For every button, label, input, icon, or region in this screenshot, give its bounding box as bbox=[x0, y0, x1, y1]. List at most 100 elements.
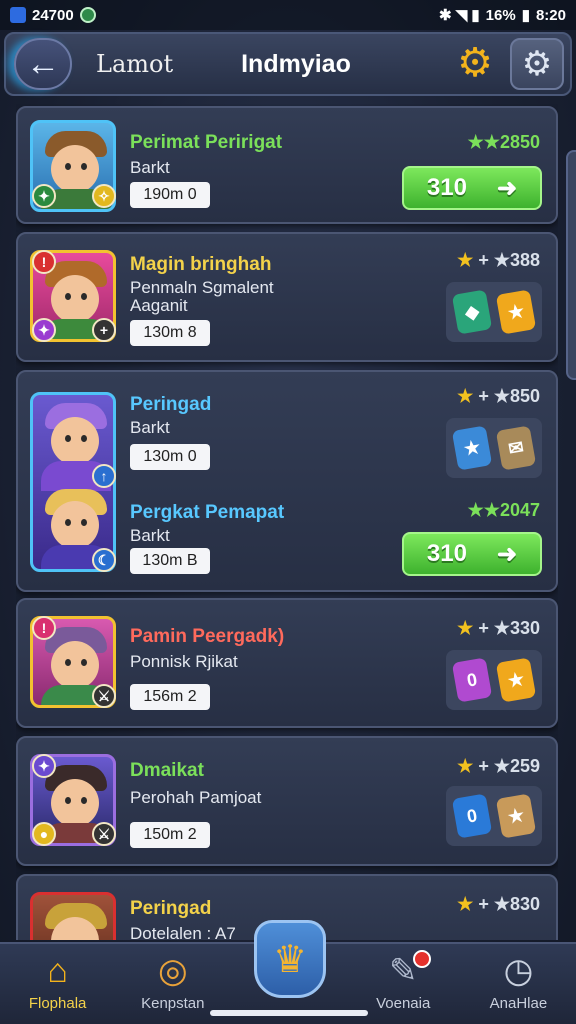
settings-gear-icon: ⚙ bbox=[521, 45, 553, 83]
quest-subtitle-2: Aaganit bbox=[130, 296, 188, 315]
list-item[interactable]: ! ✦ + Magin bringhah Penmaln Sgmalent Aa… bbox=[16, 232, 558, 362]
list-item[interactable]: ✦ ✧ Perimat Peririgat Barkt 190m 0 ★★285… bbox=[16, 106, 558, 224]
element-badge-icon: ✦ bbox=[32, 184, 56, 208]
notification-dot bbox=[412, 950, 431, 968]
clock: 8:20 bbox=[535, 6, 566, 24]
star-rating: ★★2047 bbox=[467, 500, 540, 520]
quest-subtitle: Barkt bbox=[130, 526, 170, 545]
star-rating: ★ + ★259 bbox=[457, 756, 540, 776]
star-rating: ★ + ★330 bbox=[457, 618, 540, 638]
timer-badge: 130m 0 bbox=[130, 444, 210, 470]
element-badge-icon: ! bbox=[32, 616, 56, 640]
upgrade-badge-icon: ↑ bbox=[92, 464, 116, 488]
list-item[interactable]: ↑ ☾ Peringad Barkt 130m 0 ★ + ★850 ★ ✉ P… bbox=[16, 370, 558, 592]
star-rating-value: + ★330 bbox=[478, 618, 540, 638]
claim-button-value: 310 bbox=[426, 174, 467, 201]
quest-subtitle: Barkt bbox=[130, 418, 170, 437]
nav-label: Kenpstan bbox=[141, 995, 205, 1012]
gold-gear-button[interactable]: ⚙ bbox=[450, 38, 500, 88]
sword-badge-icon: ⚔ bbox=[92, 822, 116, 846]
star-rating-value: + ★388 bbox=[478, 250, 540, 270]
coin-badge-icon: ● bbox=[32, 822, 56, 846]
gem-reward-icon: 0 bbox=[451, 793, 493, 839]
crown-icon: ♛ bbox=[272, 938, 308, 981]
list-item[interactable]: ✦ ● ⚔ Dmaikat Perohah Pamjoat 150m 2 ★ +… bbox=[16, 736, 558, 866]
element-badge-icon: ✦ bbox=[32, 754, 56, 778]
list-item[interactable]: ! ⚔ Pamin Peergadk) Ponnisk Rjikat 156m … bbox=[16, 598, 558, 728]
home-indicator[interactable] bbox=[210, 1010, 368, 1016]
signal-icon: ✱ ◥ ▮ bbox=[438, 7, 480, 24]
star-reward-icon: ★ bbox=[451, 425, 493, 471]
back-button[interactable]: ← bbox=[14, 38, 72, 90]
star-rating: ★ + ★850 bbox=[457, 386, 540, 406]
battery-icon: ▮ bbox=[521, 7, 530, 24]
star-rating: ★ + ★388 bbox=[457, 250, 540, 270]
star-reward-icon: ★ bbox=[495, 793, 537, 839]
sync-icon bbox=[79, 7, 96, 23]
settings-button[interactable]: ⚙ bbox=[510, 38, 564, 90]
sword-badge-icon: ⚔ bbox=[92, 684, 116, 708]
home-icon: ⌂ bbox=[47, 951, 68, 990]
arrow-right-icon: ➜ bbox=[496, 174, 518, 202]
claim-button[interactable]: 310 ➜ bbox=[402, 166, 542, 210]
header-left-label: Lamot bbox=[96, 50, 174, 78]
back-arrow-icon: ← bbox=[26, 44, 60, 83]
rank-badge-icon: ✧ bbox=[92, 184, 116, 208]
star-reward-icon: ★ bbox=[495, 657, 537, 703]
nav-label: Flophala bbox=[28, 995, 87, 1012]
hero-portrait bbox=[30, 892, 116, 940]
timer-badge: 156m 2 bbox=[130, 684, 210, 710]
scroll-reward-icon: ✉ bbox=[495, 425, 537, 471]
app-icon bbox=[10, 7, 26, 23]
nav-label: Voenaia bbox=[376, 995, 431, 1012]
arrow-right-icon: ➜ bbox=[496, 540, 518, 568]
reward-box[interactable]: ★ ✉ bbox=[446, 418, 542, 478]
quest-name: Pamin Peergadk) bbox=[130, 626, 285, 647]
quest-subtitle: Ponnisk Rjikat bbox=[130, 652, 238, 671]
spiral-icon: ◎ bbox=[157, 952, 188, 990]
timer-badge: 150m 2 bbox=[130, 822, 210, 848]
status-number: 24700 bbox=[32, 6, 74, 24]
side-pull-tab[interactable] bbox=[566, 150, 576, 380]
nav-item-fourth[interactable]: ◷ AnaHlae bbox=[461, 944, 576, 1024]
nav-label: AnaHlae bbox=[489, 995, 548, 1012]
element-badge-icon: ! bbox=[32, 250, 56, 274]
battery-percent: 16% bbox=[485, 6, 516, 24]
quest-list: ✦ ✧ Perimat Peririgat Barkt 190m 0 ★★285… bbox=[16, 104, 558, 940]
center-action-button[interactable]: ♛ bbox=[254, 920, 326, 998]
star-rating: ★★2850 bbox=[467, 132, 540, 152]
star-rating-value: + ★850 bbox=[478, 386, 540, 406]
star-reward-icon: ★ bbox=[495, 289, 537, 335]
timer-badge: 130m B bbox=[130, 548, 210, 574]
gem-reward-icon: ◆ bbox=[451, 289, 493, 335]
reward-box[interactable]: 0 ★ bbox=[446, 650, 542, 710]
quest-name: Dmaikat bbox=[130, 760, 204, 781]
quest-name: Peringad bbox=[130, 394, 212, 415]
class-badge-icon: ✦ bbox=[32, 318, 56, 342]
claim-button-value: 310 bbox=[426, 540, 467, 567]
star-rating-value: + ★259 bbox=[478, 756, 540, 776]
star-rating: ★ + ★830 bbox=[457, 894, 540, 914]
class-badge-icon: ☾ bbox=[92, 548, 116, 572]
quest-subtitle: Dotelalen : A7 bbox=[130, 924, 236, 940]
timer-badge: 130m 8 bbox=[130, 320, 210, 346]
status-bar: 24700 ✱ ◥ ▮ 16% ▮ 8:20 bbox=[0, 0, 576, 30]
claim-button[interactable]: 310 ➜ bbox=[402, 532, 542, 576]
quest-subtitle: Barkt bbox=[130, 158, 170, 177]
quest-subtitle: Penmaln Sgmalent bbox=[130, 278, 274, 297]
page-title: Indmyiao bbox=[241, 49, 351, 78]
quest-name: Peringad bbox=[130, 898, 212, 919]
quest-name: Magin bringhah bbox=[130, 254, 272, 275]
clock-icon: ◷ bbox=[503, 952, 534, 990]
plus-badge-icon: + bbox=[92, 318, 116, 342]
reward-box[interactable]: ◆ ★ bbox=[446, 282, 542, 342]
quest-name: Pergkat Pemapat bbox=[130, 502, 285, 523]
timer-badge: 190m 0 bbox=[130, 182, 210, 208]
quest-subtitle: Perohah Pamjoat bbox=[130, 788, 262, 807]
nav-item-home[interactable]: ⌂ Flophala bbox=[0, 944, 115, 1024]
reward-box[interactable]: 0 ★ bbox=[446, 786, 542, 846]
gem-reward-icon: 0 bbox=[451, 657, 493, 703]
gear-icon: ⚙ bbox=[457, 41, 493, 85]
star-rating-value: + ★830 bbox=[478, 894, 540, 914]
top-bar: ← Lamot Indmyiao ⚙ ⚙ bbox=[4, 32, 572, 96]
